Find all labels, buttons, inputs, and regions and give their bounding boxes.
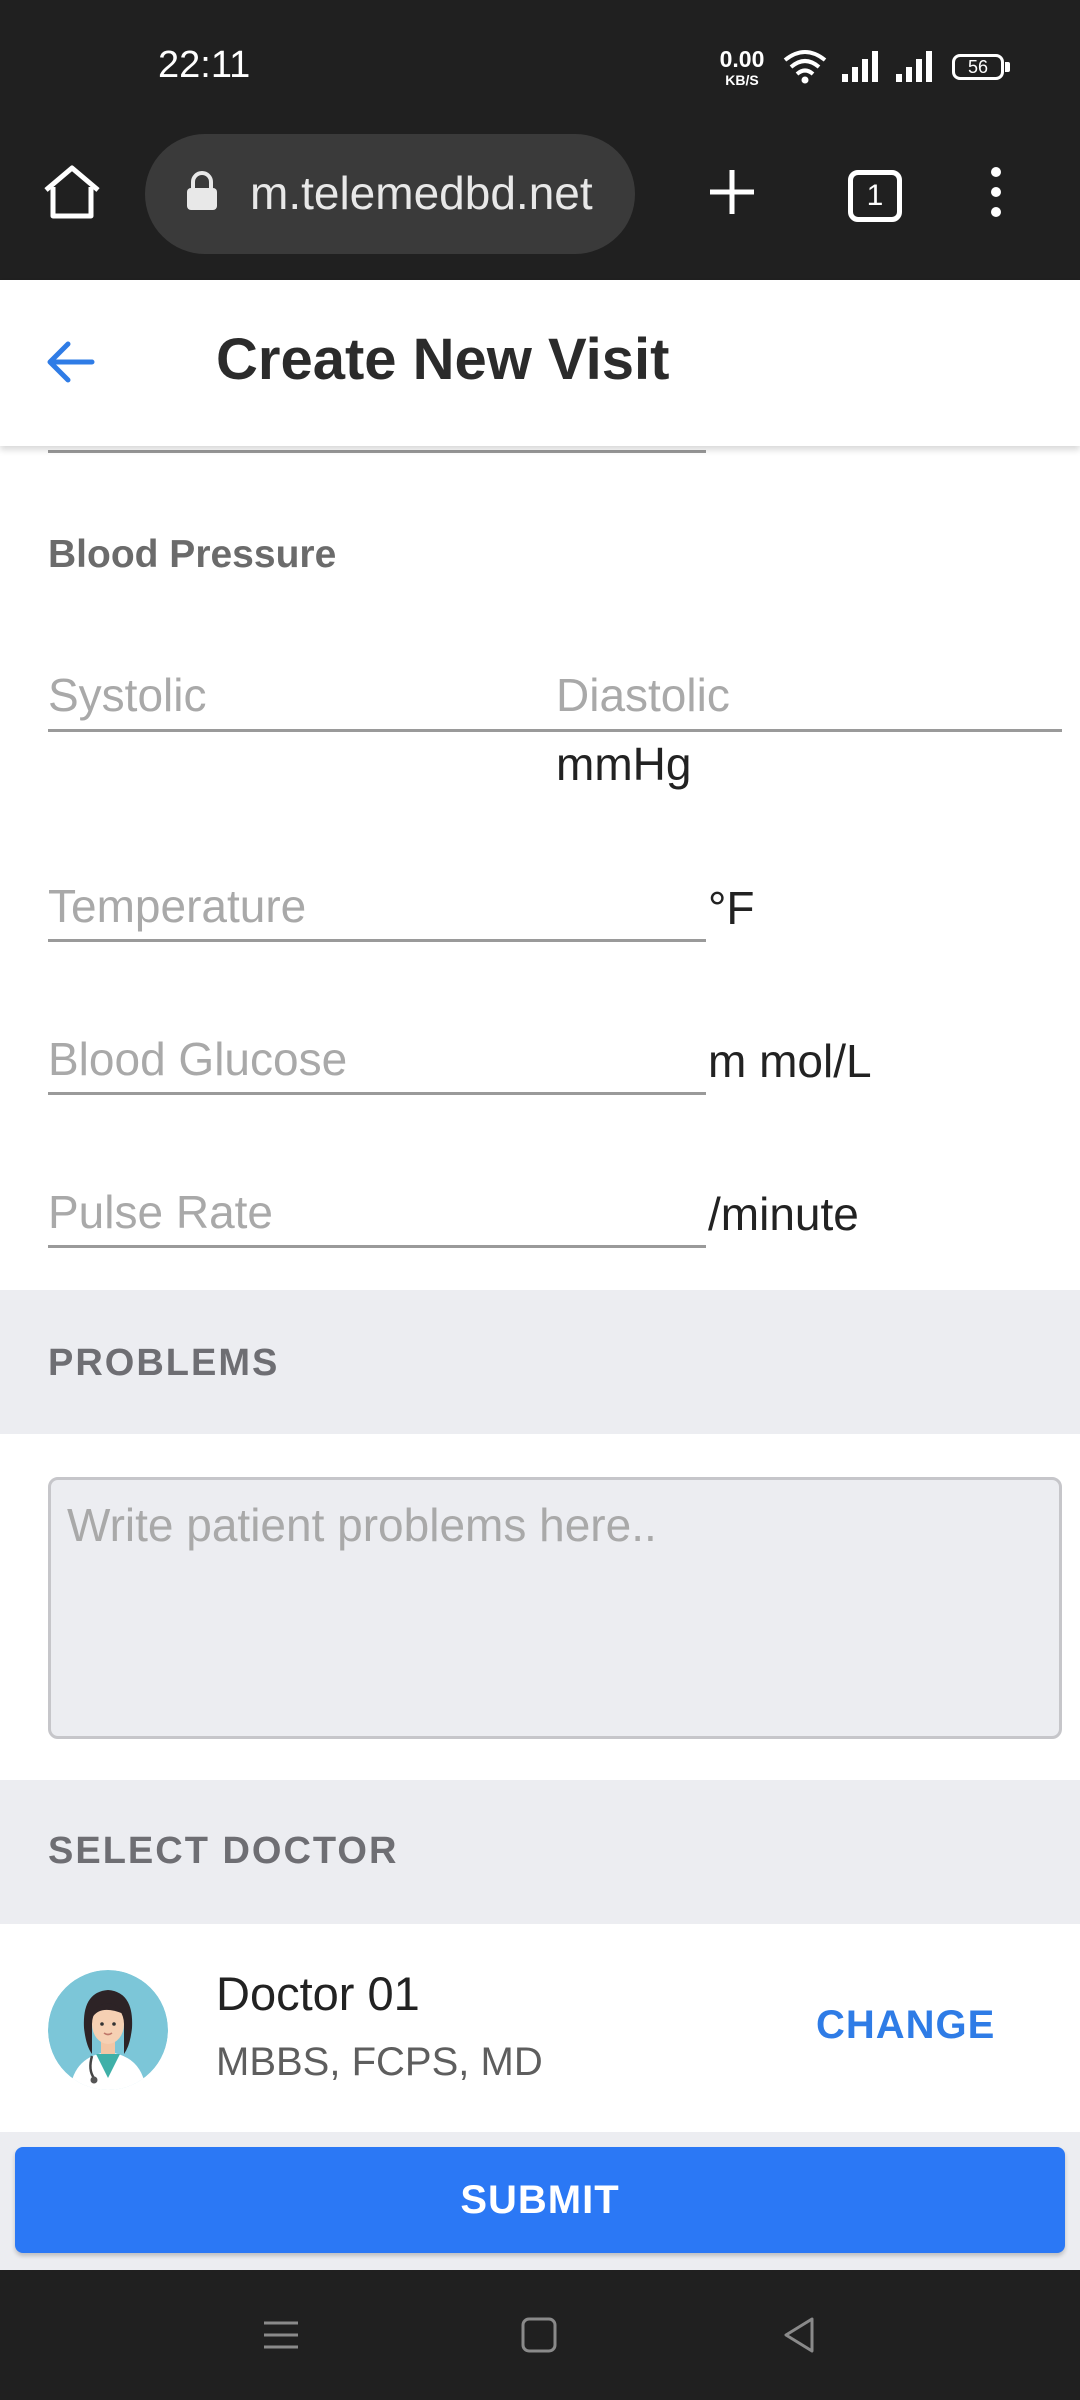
home-icon[interactable] bbox=[40, 160, 104, 224]
network-speed-unit: KB/S bbox=[725, 72, 759, 88]
submit-button[interactable]: SUBMIT bbox=[15, 2147, 1065, 2253]
home-nav-icon[interactable] bbox=[516, 2312, 562, 2358]
page-title: Create New Visit bbox=[216, 327, 670, 392]
back-arrow-icon[interactable] bbox=[40, 330, 104, 394]
wifi-icon bbox=[783, 50, 827, 84]
signal-sim2-icon bbox=[896, 51, 932, 82]
lock-icon bbox=[187, 171, 217, 210]
doctor-degrees: MBBS, FCPS, MD bbox=[216, 2040, 543, 2084]
network-speed: 0.00 KB/S bbox=[716, 46, 768, 88]
blood-pressure-unit: mmHg bbox=[556, 738, 692, 790]
select-doctor-section-label: SELECT DOCTOR bbox=[48, 1830, 399, 1872]
tab-switcher-button[interactable]: 1 bbox=[848, 170, 902, 222]
pulse-rate-input[interactable] bbox=[48, 1178, 706, 1248]
recent-apps-icon[interactable] bbox=[258, 2312, 304, 2358]
battery-icon: 56 bbox=[952, 54, 1004, 80]
blood-glucose-unit: m mol/L bbox=[708, 1035, 872, 1087]
blood-pressure-label: Blood Pressure bbox=[48, 533, 337, 576]
doctor-avatar bbox=[48, 1970, 168, 2090]
partially-hidden-field-underline bbox=[48, 450, 706, 453]
problems-section-label: PROBLEMS bbox=[48, 1342, 280, 1384]
blood-glucose-input[interactable] bbox=[48, 1025, 706, 1095]
diastolic-input[interactable] bbox=[556, 660, 1062, 732]
systolic-input[interactable] bbox=[48, 660, 556, 732]
temperature-input[interactable] bbox=[48, 872, 706, 942]
change-doctor-button[interactable]: CHANGE bbox=[816, 2003, 995, 2048]
status-time: 22:11 bbox=[158, 44, 251, 86]
pulse-rate-unit: /minute bbox=[708, 1188, 859, 1240]
url-text[interactable]: m.telemedbd.net bbox=[250, 166, 593, 220]
signal-sim1-icon bbox=[842, 51, 878, 82]
back-nav-icon[interactable] bbox=[776, 2312, 822, 2358]
doctor-name: Doctor 01 bbox=[216, 1967, 420, 2020]
overflow-menu-icon[interactable] bbox=[980, 160, 1012, 224]
network-speed-value: 0.00 bbox=[719, 46, 765, 72]
problems-textarea[interactable] bbox=[48, 1477, 1062, 1739]
temperature-unit: °F bbox=[708, 882, 755, 934]
new-tab-icon[interactable] bbox=[700, 160, 764, 224]
battery-tip bbox=[1005, 62, 1010, 72]
